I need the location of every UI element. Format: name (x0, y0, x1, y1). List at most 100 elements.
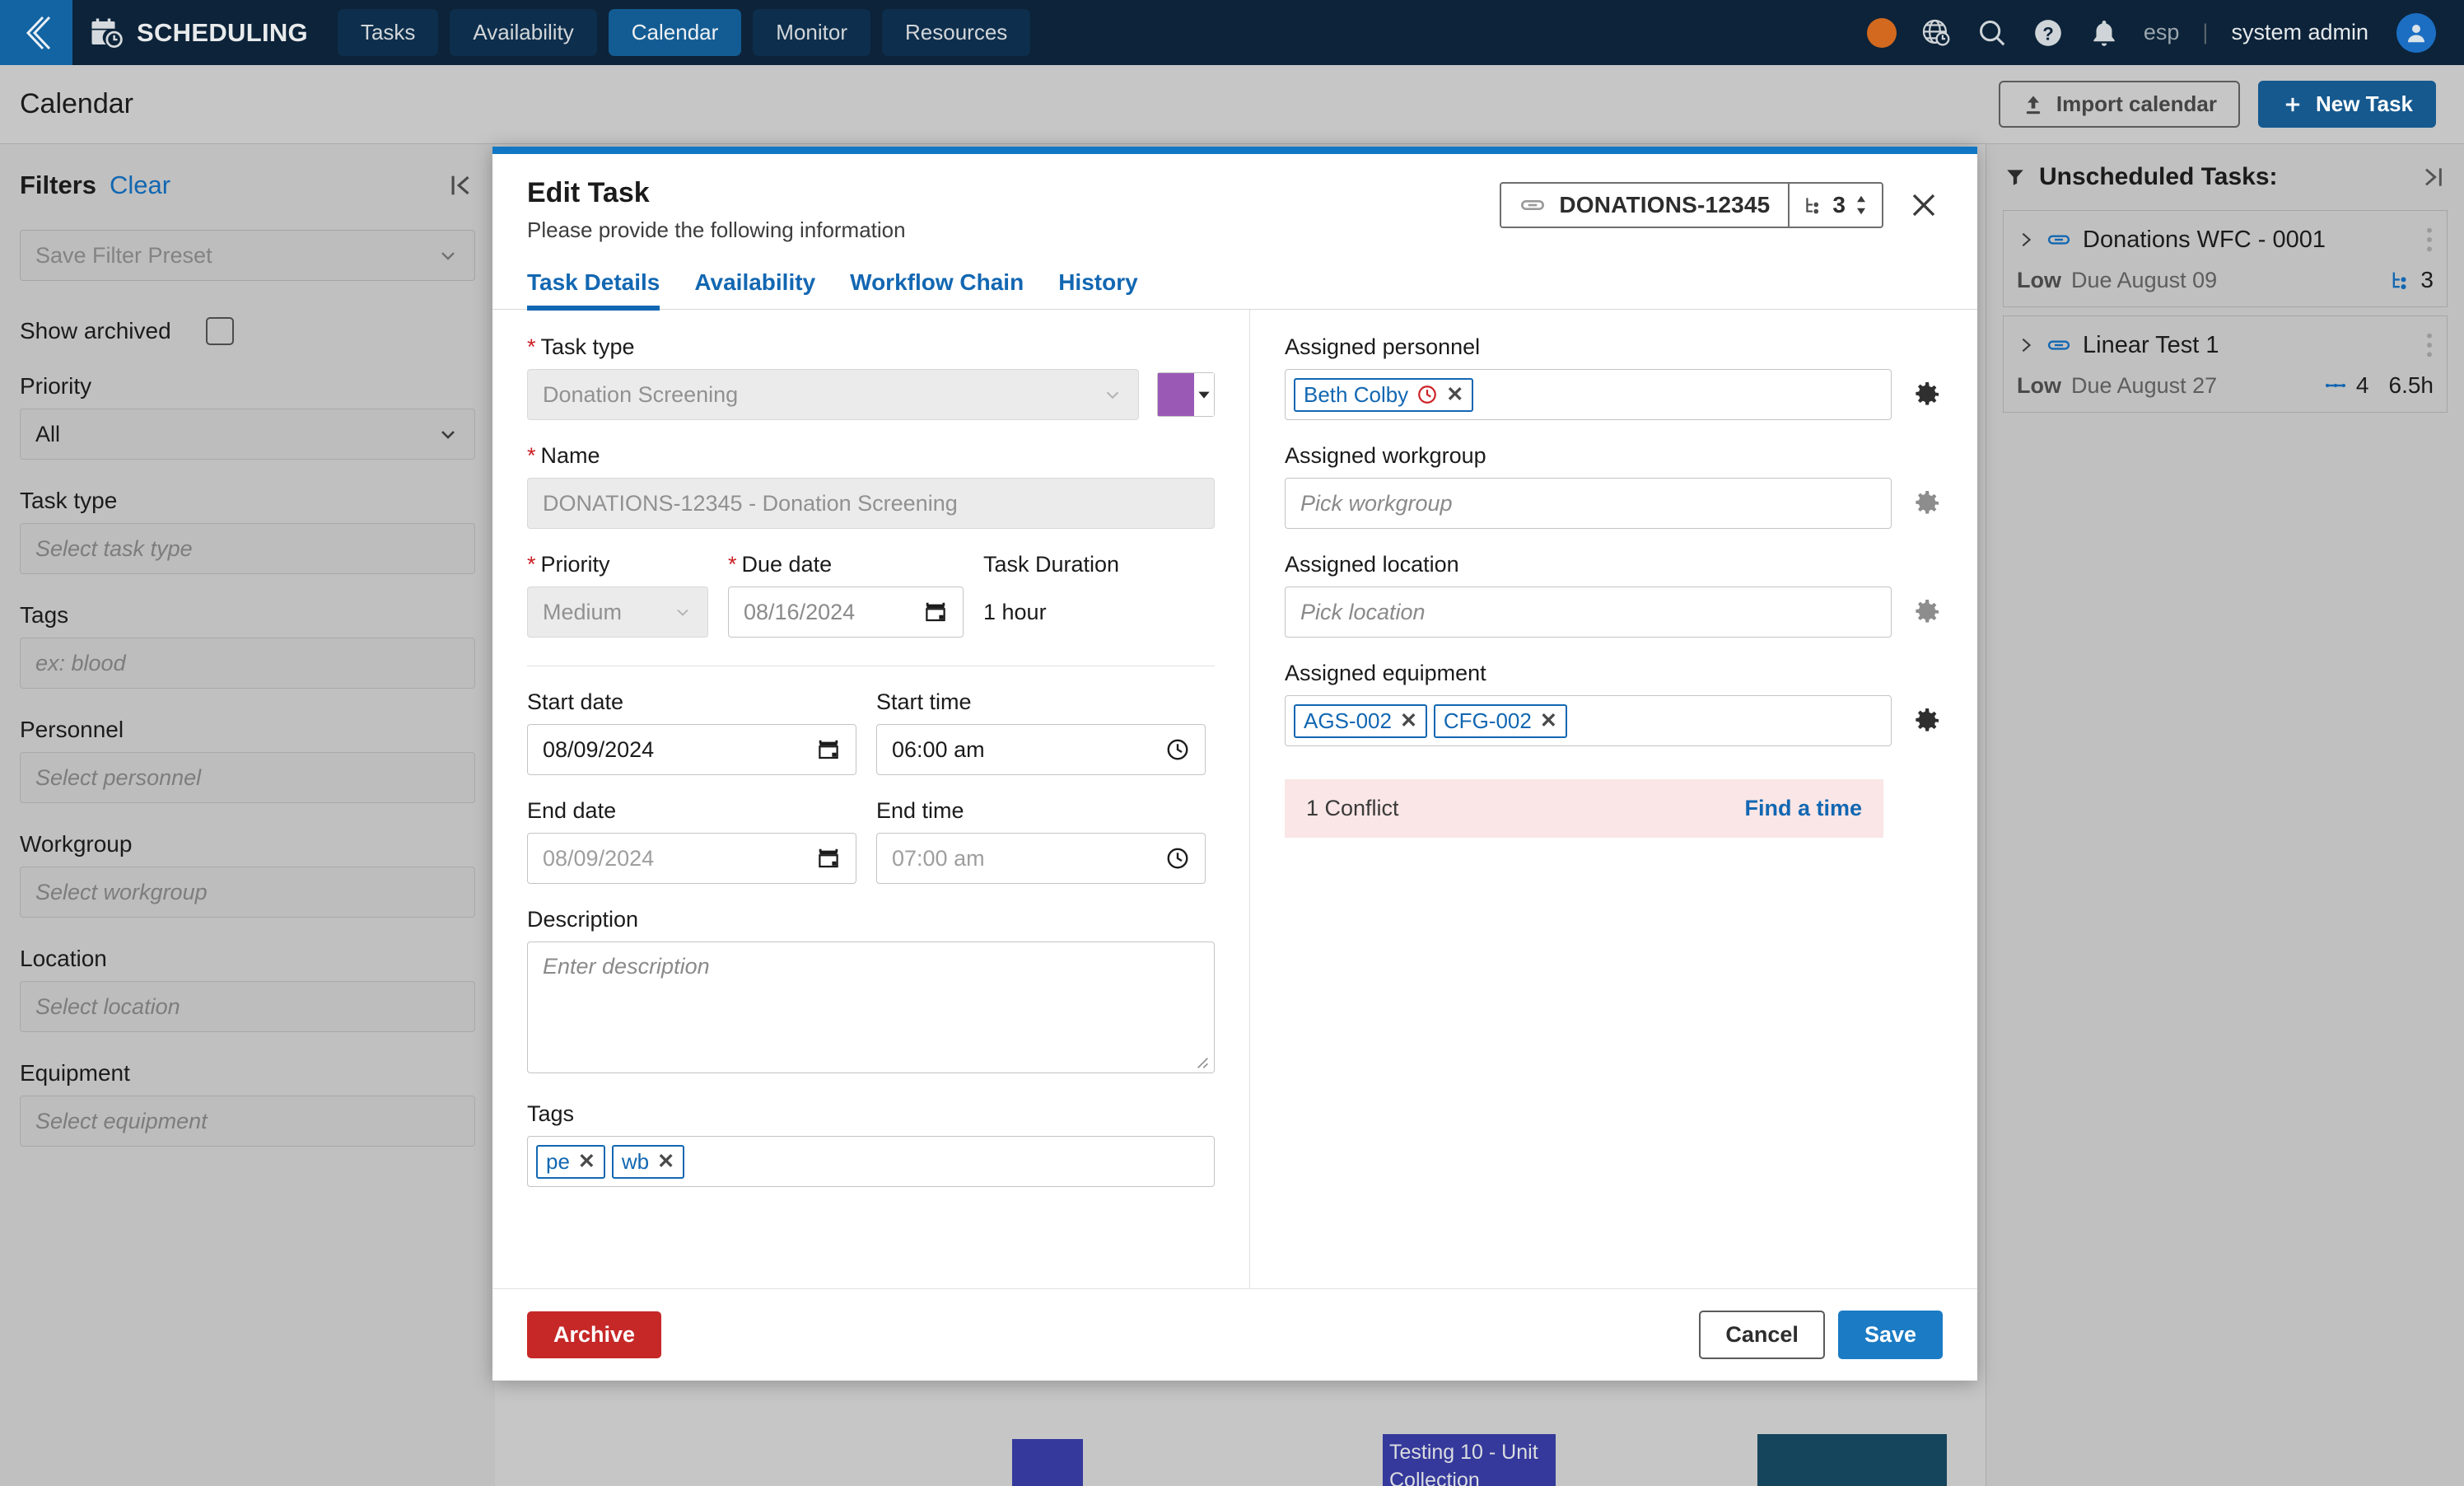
tab-workflow-chain[interactable]: Workflow Chain (850, 269, 1024, 309)
gear-icon[interactable] (1910, 596, 1943, 629)
personnel-chip[interactable]: Beth Colby ✕ (1294, 377, 1474, 412)
conflict-count-label: 1 Conflict (1306, 796, 1399, 820)
assigned-equipment-input[interactable]: AGS-002 ✕ CFG-002 ✕ (1285, 695, 1892, 746)
assigned-location-placeholder: Pick location (1300, 599, 1426, 624)
name-input[interactable]: DONATIONS-12345 - Donation Screening (527, 478, 1215, 529)
equipment-chip[interactable]: CFG-002 ✕ (1433, 703, 1567, 738)
field-name: * Name DONATIONS-12345 - Donation Screeni… (527, 443, 1215, 529)
modal-subtitle: Please provide the following information (527, 217, 906, 242)
up-down-arrows-icon[interactable] (1854, 193, 1869, 217)
start-date-input[interactable]: 08/09/2024 (527, 724, 856, 775)
modal-title: Edit Task (527, 177, 650, 208)
gear-icon[interactable] (1910, 378, 1943, 411)
priority-select[interactable]: Medium (527, 586, 708, 638)
find-a-time-link[interactable]: Find a time (1744, 796, 1862, 821)
tab-history[interactable]: History (1058, 269, 1137, 309)
clock-icon[interactable] (1165, 846, 1190, 871)
save-button[interactable]: Save (1837, 1311, 1943, 1359)
task-duration-label: Task Duration (983, 552, 1120, 577)
name-value: DONATIONS-12345 - Donation Screening (543, 490, 958, 516)
end-time-label: End time (876, 798, 964, 823)
equipment-chip[interactable]: AGS-002 ✕ (1294, 703, 1427, 738)
chevron-down-icon (673, 602, 693, 622)
required-asterisk: * (728, 552, 737, 577)
calendar-icon[interactable] (923, 600, 948, 624)
remove-personnel-icon[interactable]: ✕ (1446, 382, 1463, 407)
end-date-input[interactable]: 08/09/2024 (527, 833, 856, 884)
description-placeholder: Enter description (543, 954, 710, 979)
assigned-location-label: Assigned location (1285, 552, 1459, 577)
field-task-duration: Task Duration 1 hour (983, 552, 1119, 638)
start-date-value: 08/09/2024 (543, 736, 655, 762)
tags-label: Tags (527, 1101, 575, 1126)
tab-availability[interactable]: Availability (694, 269, 815, 309)
field-row-start: Start date 08/09/2024 Start time 06:00 a… (527, 689, 1215, 775)
modal-header: Edit Task Please provide the following i… (492, 154, 1977, 243)
clock-icon[interactable] (1165, 737, 1190, 762)
due-date-input[interactable]: 08/16/2024 (728, 586, 964, 638)
end-date-label: End date (527, 798, 617, 823)
task-chain-stepper[interactable]: 3 (1788, 184, 1882, 227)
assigned-location-input[interactable]: Pick location (1285, 586, 1892, 638)
archive-button[interactable]: Archive (527, 1311, 662, 1358)
edit-task-modal: Edit Task Please provide the following i… (492, 147, 1977, 1381)
gear-icon[interactable] (1910, 704, 1943, 737)
resize-grip-icon[interactable] (1192, 1053, 1209, 1069)
task-color-picker[interactable] (1157, 372, 1215, 417)
priority-value: Medium (543, 599, 623, 624)
modal-footer: Archive Cancel Save (492, 1288, 1977, 1381)
assigned-personnel-input[interactable]: Beth Colby ✕ (1285, 369, 1892, 420)
task-id-button[interactable]: DONATIONS-12345 (1501, 184, 1788, 227)
task-type-label: * Task type (527, 334, 635, 359)
modal-overlay: Edit Task Please provide the following i… (0, 0, 2464, 1486)
name-label: * Name (527, 443, 600, 468)
calendar-icon[interactable] (816, 737, 841, 762)
workflow-chain-icon (1803, 194, 1824, 216)
modal-left-column: * Task type Donation Screening * Name DO… (492, 310, 1250, 1288)
modal-tabs: Task Details Availability Workflow Chain… (492, 243, 1977, 311)
tag-chip-label: pe (546, 1148, 570, 1174)
description-label: Description (527, 907, 639, 932)
end-time-input[interactable]: 07:00 am (876, 833, 1206, 884)
gear-icon[interactable] (1910, 487, 1943, 520)
assigned-workgroup-input[interactable]: Pick workgroup (1285, 478, 1892, 529)
field-row-priority-due-duration: *Priority Medium *Due date 08/16/2024 (527, 552, 1215, 638)
tab-task-details[interactable]: Task Details (527, 269, 660, 311)
tags-input[interactable]: pe ✕ wb ✕ (527, 1136, 1215, 1187)
field-start-date: Start date 08/09/2024 (527, 689, 856, 775)
field-assigned-location: Assigned location Pick location (1285, 552, 1943, 638)
tag-chip[interactable]: wb ✕ (611, 1144, 685, 1179)
remove-tag-icon[interactable]: ✕ (657, 1149, 674, 1174)
tag-chip[interactable]: pe ✕ (536, 1144, 605, 1179)
task-duration-value: 1 hour (983, 599, 1047, 624)
calendar-icon[interactable] (816, 846, 841, 871)
cancel-button[interactable]: Cancel (1699, 1311, 1825, 1359)
modal-footer-actions: Cancel Save (1699, 1311, 1943, 1359)
assigned-equipment-label: Assigned equipment (1285, 661, 1486, 685)
remove-tag-icon[interactable]: ✕ (578, 1149, 595, 1174)
end-date-value: 08/09/2024 (543, 845, 655, 871)
remove-equipment-icon[interactable]: ✕ (1400, 708, 1417, 733)
tag-chip-label: wb (621, 1148, 650, 1174)
modal-header-text: Edit Task Please provide the following i… (527, 177, 906, 243)
close-icon[interactable] (1905, 186, 1943, 224)
field-description: Description Enter description (527, 907, 1215, 1073)
due-date-label: * Due date (728, 552, 833, 577)
required-asterisk: * (527, 552, 536, 577)
conflict-banner: 1 Conflict Find a time (1285, 779, 1883, 838)
clock-warning-icon (1416, 384, 1438, 405)
required-asterisk: * (527, 334, 536, 359)
remove-equipment-icon[interactable]: ✕ (1540, 708, 1557, 733)
field-tags: Tags pe ✕ wb ✕ (527, 1101, 1215, 1187)
description-textarea[interactable]: Enter description (527, 942, 1215, 1073)
task-color-swatch (1158, 373, 1194, 416)
start-time-label: Start time (876, 689, 972, 714)
field-task-type: * Task type Donation Screening (527, 334, 1215, 420)
task-type-select[interactable]: Donation Screening (527, 369, 1139, 420)
field-assigned-personnel: Assigned personnel Beth Colby ✕ (1285, 334, 1943, 420)
chevron-down-icon (1102, 384, 1123, 405)
link-icon (1519, 192, 1546, 218)
start-time-input[interactable]: 06:00 am (876, 724, 1206, 775)
personnel-chip-label: Beth Colby (1304, 381, 1409, 407)
modal-header-actions: DONATIONS-12345 3 (1500, 182, 1943, 228)
